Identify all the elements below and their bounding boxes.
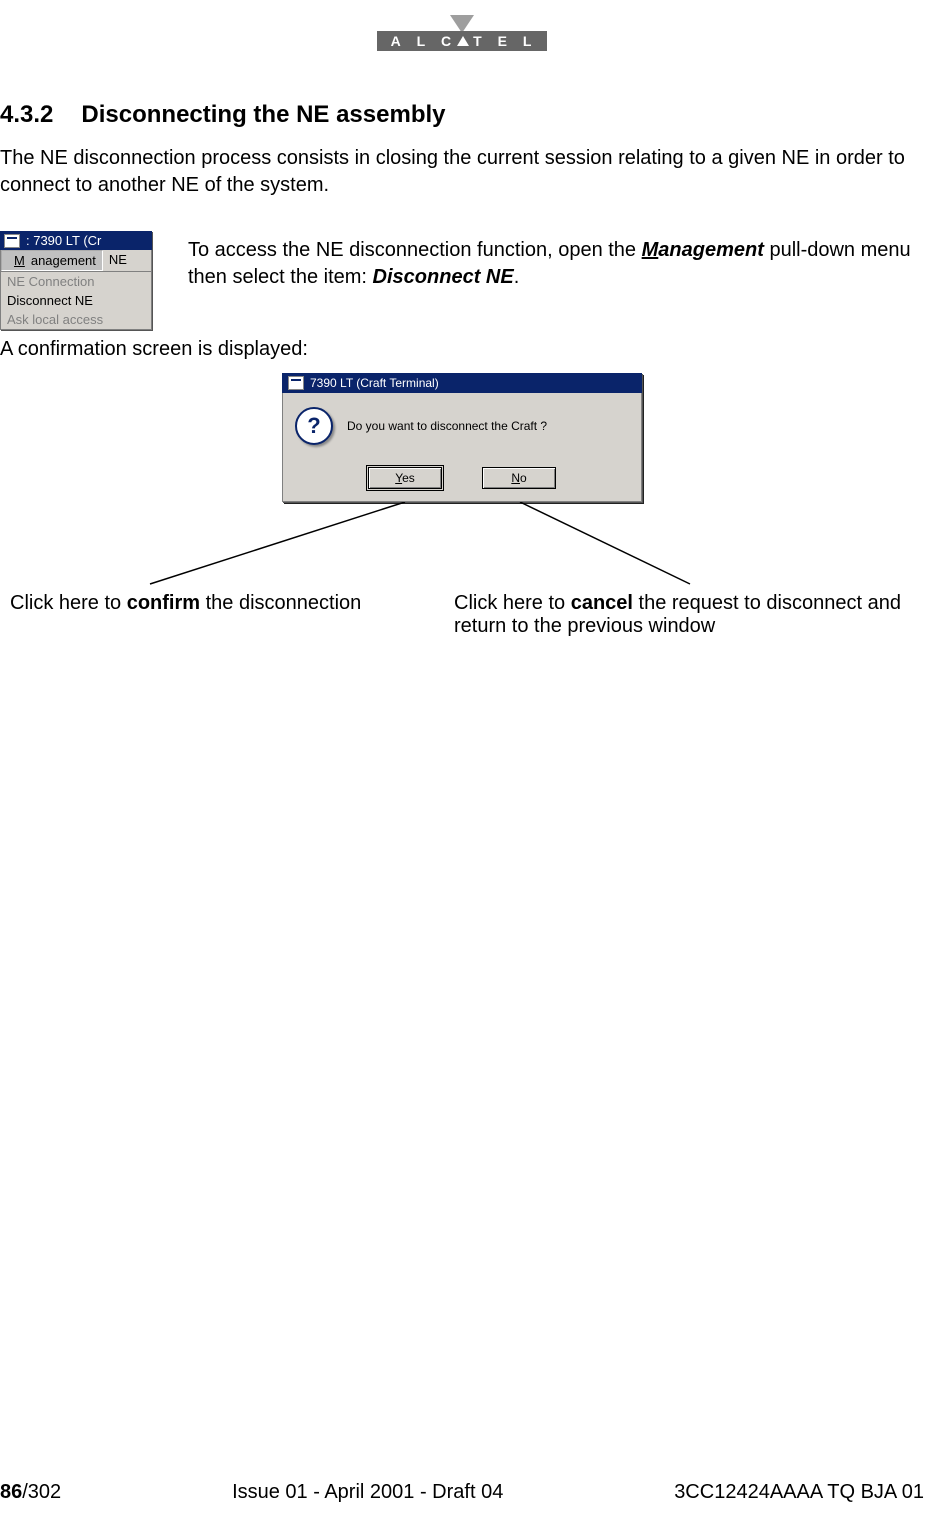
question-icon: ? <box>295 407 333 445</box>
footer-docid: 3CC12424AAAA TQ BJA 01 <box>674 1481 924 1504</box>
menubar-ne[interactable]: NE <box>103 250 133 271</box>
callout-confirm: Click here to confirm the disconnection <box>0 592 361 638</box>
app-icon <box>4 234 20 248</box>
brand-logo: A L C T E L <box>0 15 924 51</box>
callout-cancel: Click here to cancel the request to disc… <box>454 592 924 638</box>
logo-text-left: A L C <box>391 33 458 49</box>
menubar: Management NE <box>0 250 152 272</box>
menu-item-disconnect-ne[interactable]: Disconnect NE <box>1 291 151 310</box>
dialog-titlebar: 7390 LT (Craft Terminal) <box>282 373 642 393</box>
callout-lines <box>0 502 924 592</box>
menu-titlebar: : 7390 LT (Cr <box>0 231 152 250</box>
no-button[interactable]: No <box>482 467 556 489</box>
section-number: 4.3.2 <box>0 101 53 128</box>
section-title: Disconnecting the NE assembly <box>81 101 445 128</box>
logo-text-right: T E L <box>473 33 537 49</box>
page-footer: 86/302 Issue 01 - April 2001 - Draft 04 … <box>0 1477 924 1518</box>
menu-description: To access the NE disconnection function,… <box>188 237 924 291</box>
yes-button[interactable]: Yes <box>368 467 442 489</box>
logo-triangle-up-icon <box>457 36 469 46</box>
menu-item-ask-local-access: Ask local access <box>1 310 151 329</box>
menu-screenshot: : 7390 LT (Cr Management NE NE Connectio… <box>0 231 152 330</box>
dialog-message: Do you want to disconnect the Craft ? <box>347 419 547 433</box>
dialog-title-text: 7390 LT (Craft Terminal) <box>310 376 439 390</box>
menu-window-title: : 7390 LT (Cr <box>26 233 101 248</box>
menu-item-ne-connection: NE Connection <box>1 272 151 291</box>
confirmation-label: A confirmation screen is displayed: <box>0 336 924 363</box>
intro-paragraph: The NE disconnection process consists in… <box>0 145 924 199</box>
section-heading: 4.3.2 Disconnecting the NE assembly <box>0 101 924 129</box>
footer-issue: Issue 01 - April 2001 - Draft 04 <box>232 1481 503 1504</box>
page-number: 86/302 <box>0 1481 61 1504</box>
management-dropdown: NE Connection Disconnect NE Ask local ac… <box>0 272 152 330</box>
dialog-app-icon <box>288 376 304 390</box>
menubar-management[interactable]: Management <box>1 250 103 271</box>
confirm-dialog: 7390 LT (Craft Terminal) ? Do you want t… <box>282 373 642 502</box>
